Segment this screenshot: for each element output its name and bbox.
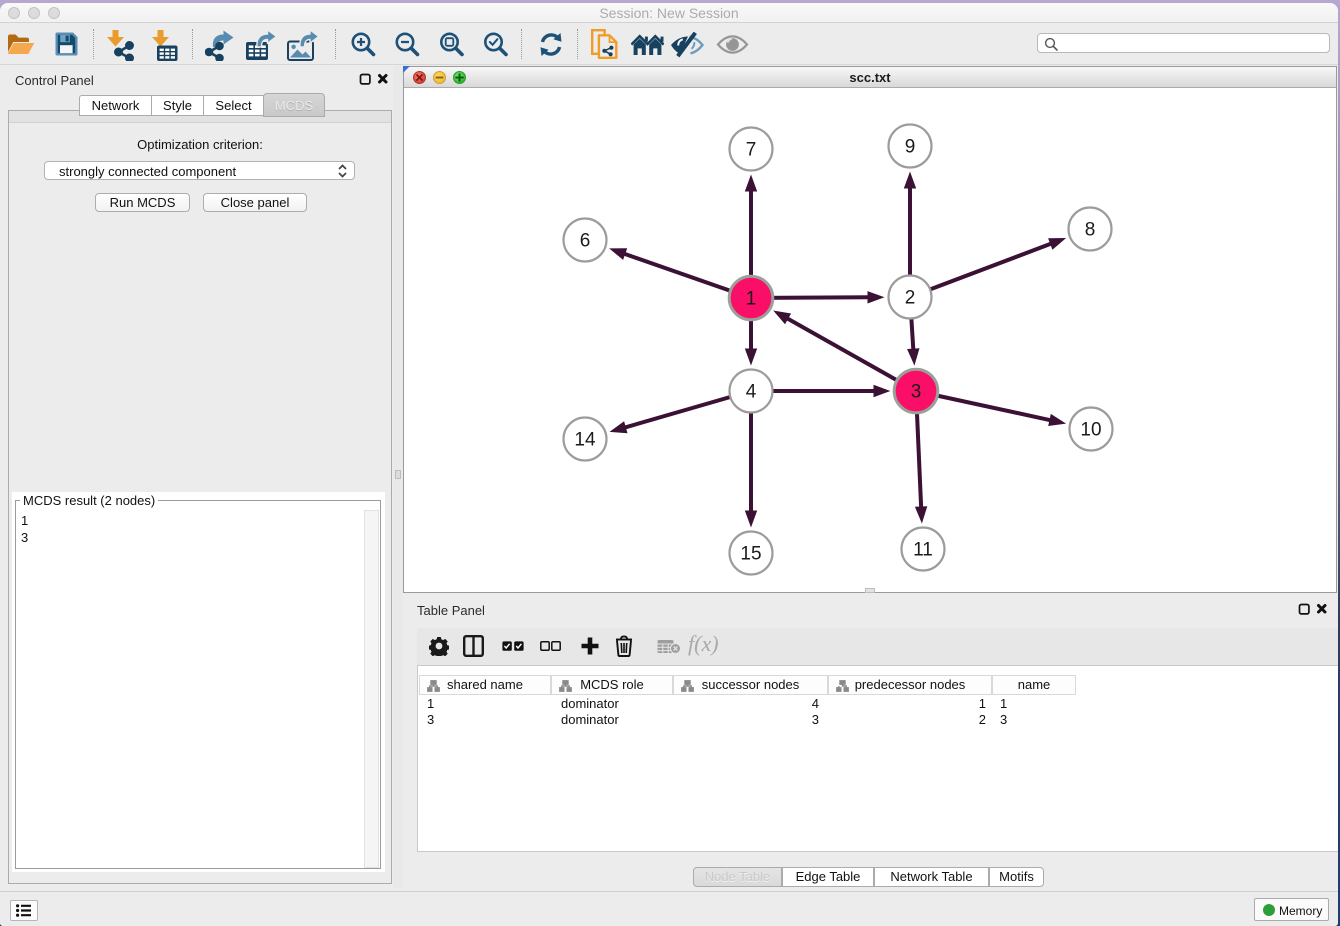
svg-text:3: 3: [911, 382, 922, 403]
svg-text:15: 15: [740, 544, 761, 565]
svg-text:9: 9: [905, 137, 916, 158]
svg-text:8: 8: [1085, 220, 1096, 241]
svg-text:4: 4: [746, 382, 757, 403]
svg-text:11: 11: [913, 540, 933, 561]
svg-text:14: 14: [574, 430, 596, 451]
svg-text:6: 6: [580, 231, 591, 252]
svg-text:1: 1: [746, 289, 757, 310]
svg-text:10: 10: [1080, 420, 1101, 441]
svg-text:2: 2: [905, 288, 916, 309]
svg-text:7: 7: [746, 140, 757, 161]
